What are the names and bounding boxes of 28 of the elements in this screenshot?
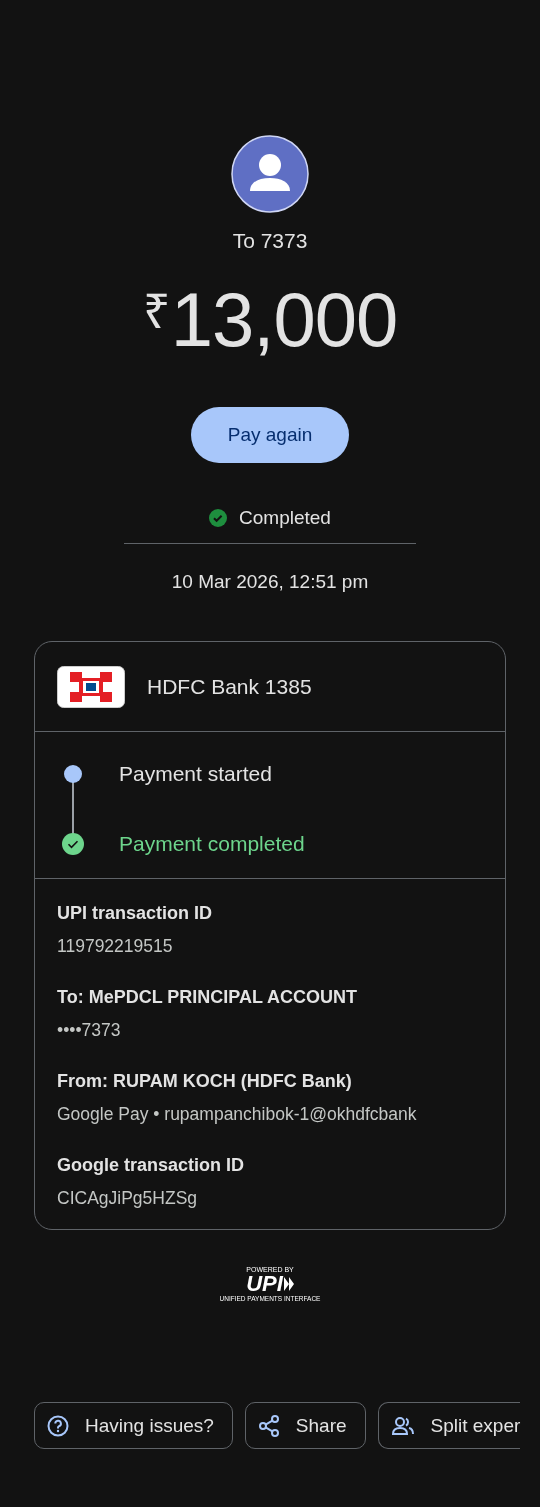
check-circle-icon bbox=[62, 833, 84, 855]
people-icon bbox=[390, 1414, 415, 1437]
step-dot-icon bbox=[64, 765, 82, 783]
amount: $^{₹}$13,000 bbox=[142, 276, 398, 364]
avatar-icon bbox=[231, 135, 309, 213]
detail-label: Google transaction ID bbox=[57, 1155, 246, 1176]
upi-logo: UPI bbox=[246, 1273, 294, 1295]
bank-account-label: HDFC Bank 1385 bbox=[147, 674, 312, 699]
action-chip[interactable]: Share bbox=[244, 1402, 366, 1449]
timeline-step: Payment started bbox=[119, 762, 272, 786]
recipient-label: To 7373 bbox=[232, 229, 308, 253]
detail-value: 119792219515 bbox=[57, 936, 174, 957]
timeline-step: Payment completed bbox=[119, 832, 305, 856]
chevron-icon bbox=[283, 1277, 294, 1291]
action-chip[interactable]: Split exper bbox=[377, 1402, 521, 1449]
detail-value: CICAgJiPg5HZSg bbox=[57, 1188, 199, 1209]
detail-value: ••••7373 bbox=[57, 1020, 122, 1041]
detail-label: UPI transaction ID bbox=[57, 903, 214, 924]
detail-value: Google Pay • rupampanchibok-1@okhdfcbank bbox=[57, 1104, 418, 1125]
share-icon bbox=[257, 1414, 280, 1437]
action-chip[interactable]: Having issues? bbox=[34, 1402, 233, 1449]
help-icon bbox=[47, 1414, 69, 1437]
date-time: 10 Mar 2026, 12:51 pm bbox=[171, 571, 369, 593]
detail-label: To: MePDCL PRINCIPAL ACCOUNT bbox=[57, 987, 358, 1008]
status-label: Completed bbox=[239, 507, 331, 529]
detail-label: From: RUPAM KOCH (HDFC Bank) bbox=[57, 1071, 353, 1092]
pay-again-button[interactable]: Pay again bbox=[191, 407, 349, 463]
bank-logo-icon bbox=[57, 665, 125, 708]
